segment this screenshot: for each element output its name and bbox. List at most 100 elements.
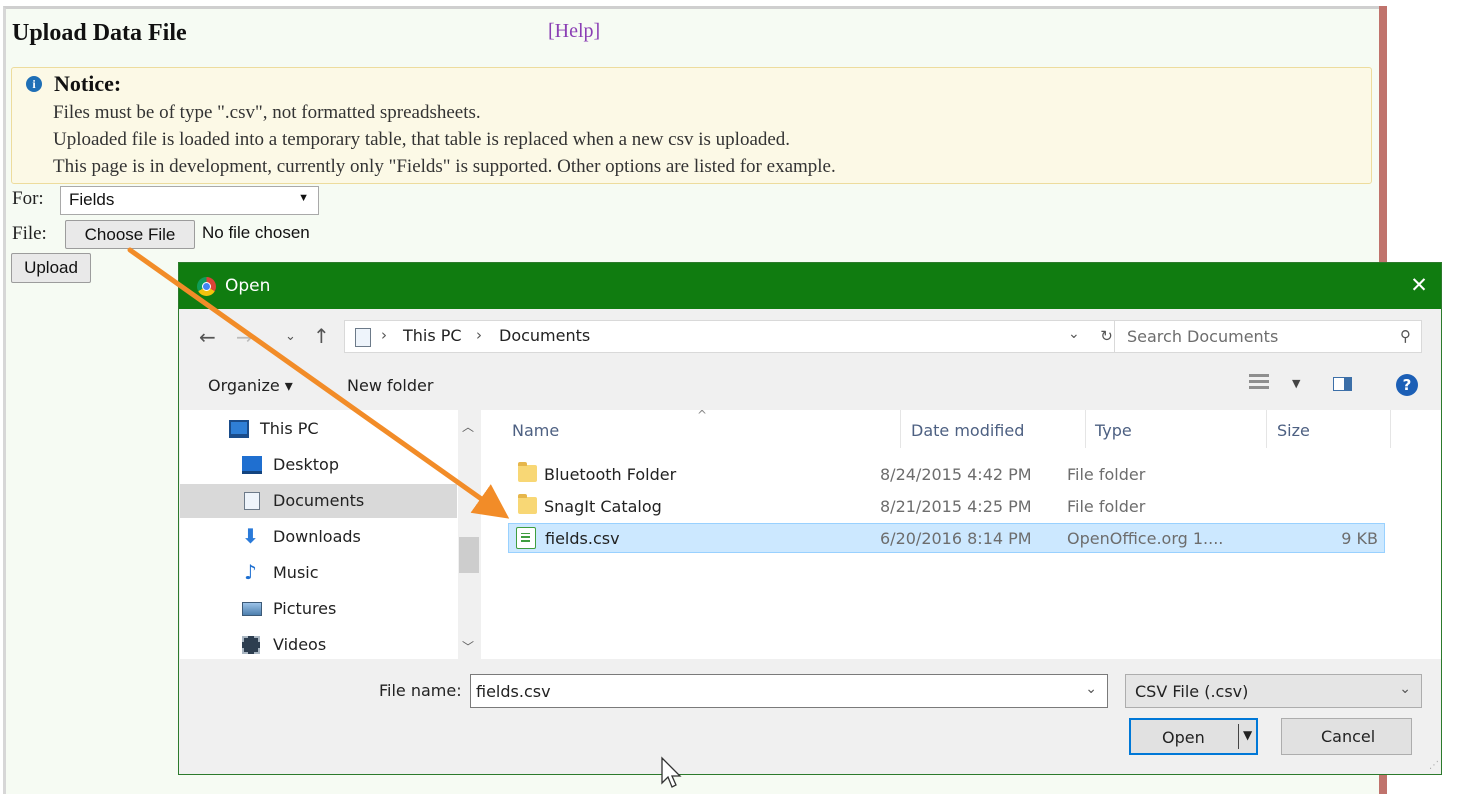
- nav-item-this-pc[interactable]: This PC: [180, 412, 457, 446]
- change-view-icon[interactable]: [1249, 374, 1269, 390]
- search-icon: ⚲: [1400, 327, 1411, 345]
- file-name: Bluetooth Folder: [544, 465, 677, 484]
- cancel-button-label: Cancel: [1321, 727, 1376, 746]
- nav-item-desktop[interactable]: Desktop: [180, 448, 457, 482]
- address-dropdown-icon[interactable]: ⌄: [1068, 326, 1080, 342]
- file-list: Name ^ Date modified Type Size Bluetooth…: [481, 408, 1441, 659]
- file-date: 8/24/2015 4:42 PM: [880, 465, 1032, 484]
- file-name: fields.csv: [545, 529, 620, 548]
- nav-item-videos[interactable]: Videos: [180, 628, 457, 662]
- new-folder-button[interactable]: New folder: [347, 376, 433, 395]
- column-header-name[interactable]: Name: [512, 421, 559, 440]
- for-select-value: Fields: [69, 190, 115, 209]
- forward-arrow-icon[interactable]: →: [236, 325, 253, 349]
- split-divider: [1238, 724, 1239, 749]
- sort-ascending-icon: ^: [697, 408, 708, 422]
- organize-button[interactable]: Organize ▾: [208, 376, 293, 395]
- close-icon[interactable]: ✕: [1405, 273, 1433, 299]
- notice-line: This page is in development, currently o…: [53, 156, 836, 177]
- for-label: For:: [12, 188, 44, 209]
- file-size: 9 KB: [1341, 529, 1378, 548]
- help-icon[interactable]: ?: [1396, 374, 1418, 396]
- search-box[interactable]: Search Documents ⚲: [1114, 320, 1422, 353]
- open-button-label: Open: [1162, 728, 1205, 747]
- chrome-icon: [197, 277, 216, 296]
- nav-item-pictures[interactable]: Pictures: [180, 592, 457, 626]
- file-name-input[interactable]: fields.csv ⌄: [470, 674, 1108, 708]
- nav-label: Videos: [273, 635, 327, 654]
- folder-icon: [518, 462, 537, 482]
- choose-file-button[interactable]: Choose File: [65, 220, 195, 249]
- breadcrumb-documents[interactable]: Documents: [499, 326, 590, 345]
- dialog-title: Open: [225, 276, 271, 296]
- videos-icon: [242, 636, 260, 654]
- chevron-down-icon[interactable]: ⌄: [1085, 681, 1097, 697]
- file-name-label: File name:: [379, 681, 462, 700]
- column-divider: [1085, 410, 1086, 448]
- file-date: 8/21/2015 4:25 PM: [880, 497, 1032, 516]
- file-row-bluetooth-folder[interactable]: Bluetooth Folder 8/24/2015 4:42 PM File …: [508, 460, 1385, 490]
- notice-line: Files must be of type ".csv", not format…: [53, 102, 481, 123]
- dialog-titlebar: Open ✕: [179, 263, 1441, 309]
- nav-item-music[interactable]: ♪ Music: [180, 556, 457, 590]
- recent-locations-chevron-icon[interactable]: ⌄: [285, 329, 296, 344]
- help-link[interactable]: [Help]: [548, 20, 600, 43]
- column-divider: [1266, 410, 1267, 448]
- notice-box: i Notice: Files must be of type ".csv", …: [11, 67, 1372, 184]
- preview-pane-icon[interactable]: [1333, 377, 1352, 391]
- address-bar[interactable]: › This PC › Documents ⌄: [344, 320, 1117, 353]
- file-row-snagit-catalog[interactable]: SnagIt Catalog 8/21/2015 4:25 PM File fo…: [508, 492, 1385, 522]
- scroll-up-icon[interactable]: ︿: [462, 418, 474, 435]
- up-arrow-icon[interactable]: ↑: [313, 324, 330, 348]
- info-icon: i: [26, 76, 42, 92]
- column-header-date[interactable]: Date modified: [911, 421, 1024, 440]
- dropdown-arrow-icon: ▼: [298, 192, 309, 204]
- breadcrumb-this-pc[interactable]: This PC: [403, 326, 462, 345]
- nav-label: Pictures: [273, 599, 337, 618]
- upload-button[interactable]: Upload: [11, 253, 91, 283]
- nav-label: Music: [273, 563, 319, 582]
- column-header-type[interactable]: Type: [1095, 421, 1132, 440]
- music-icon: ♪: [244, 560, 257, 584]
- open-button[interactable]: Open ▼: [1129, 718, 1258, 755]
- nav-label: Documents: [273, 491, 365, 510]
- notice-title: Notice:: [54, 71, 122, 96]
- no-file-chosen-text: No file chosen: [202, 223, 310, 242]
- scrollbar-thumb[interactable]: [459, 537, 479, 573]
- search-input[interactable]: Search Documents: [1127, 327, 1278, 346]
- open-file-dialog: Open ✕ ← → ⌄ ↑ › This PC › Documents ⌄ ↻…: [178, 262, 1442, 775]
- documents-location-icon: [355, 328, 371, 347]
- file-type-select[interactable]: CSV File (.csv) ⌄: [1125, 674, 1422, 708]
- column-header-size[interactable]: Size: [1277, 421, 1310, 440]
- open-options-dropdown-icon[interactable]: ▼: [1243, 728, 1252, 742]
- page-title: Upload Data File: [12, 20, 187, 46]
- breadcrumb-separator-icon: ›: [381, 326, 387, 344]
- column-divider: [900, 410, 901, 448]
- navigation-pane: This PC Desktop Documents ⬇ Downloads ♪ …: [180, 410, 480, 659]
- resize-grip-icon[interactable]: ⋰: [1429, 760, 1439, 771]
- nav-label: Downloads: [273, 527, 361, 546]
- navigation-scrollbar[interactable]: ︿ ﹀: [458, 410, 480, 659]
- file-type: OpenOffice.org 1....: [1067, 529, 1224, 548]
- file-name-value: fields.csv: [476, 682, 551, 701]
- breadcrumb-separator-icon: ›: [476, 326, 482, 344]
- nav-label: This PC: [260, 419, 319, 438]
- file-type: File folder: [1067, 465, 1146, 484]
- for-select[interactable]: Fields ▼: [60, 186, 319, 215]
- file-type-value: CSV File (.csv): [1135, 682, 1249, 701]
- nav-item-documents[interactable]: Documents: [180, 484, 457, 518]
- notice-line: Uploaded file is loaded into a temporary…: [53, 129, 791, 150]
- chevron-down-icon: ⌄: [1399, 681, 1411, 697]
- cancel-button[interactable]: Cancel: [1281, 718, 1412, 755]
- nav-label: Desktop: [273, 455, 339, 474]
- scroll-down-icon[interactable]: ﹀: [462, 638, 474, 655]
- view-dropdown-icon[interactable]: ▼: [1292, 377, 1300, 390]
- file-type: File folder: [1067, 497, 1146, 516]
- file-name: SnagIt Catalog: [544, 497, 662, 516]
- computer-icon: [229, 420, 249, 438]
- file-row-fields-csv[interactable]: fields.csv 6/20/2016 8:14 PM OpenOffice.…: [508, 523, 1385, 553]
- folder-icon: [518, 494, 537, 514]
- back-arrow-icon[interactable]: ←: [199, 325, 216, 349]
- nav-item-downloads[interactable]: ⬇ Downloads: [180, 520, 457, 554]
- documents-icon: [244, 492, 260, 510]
